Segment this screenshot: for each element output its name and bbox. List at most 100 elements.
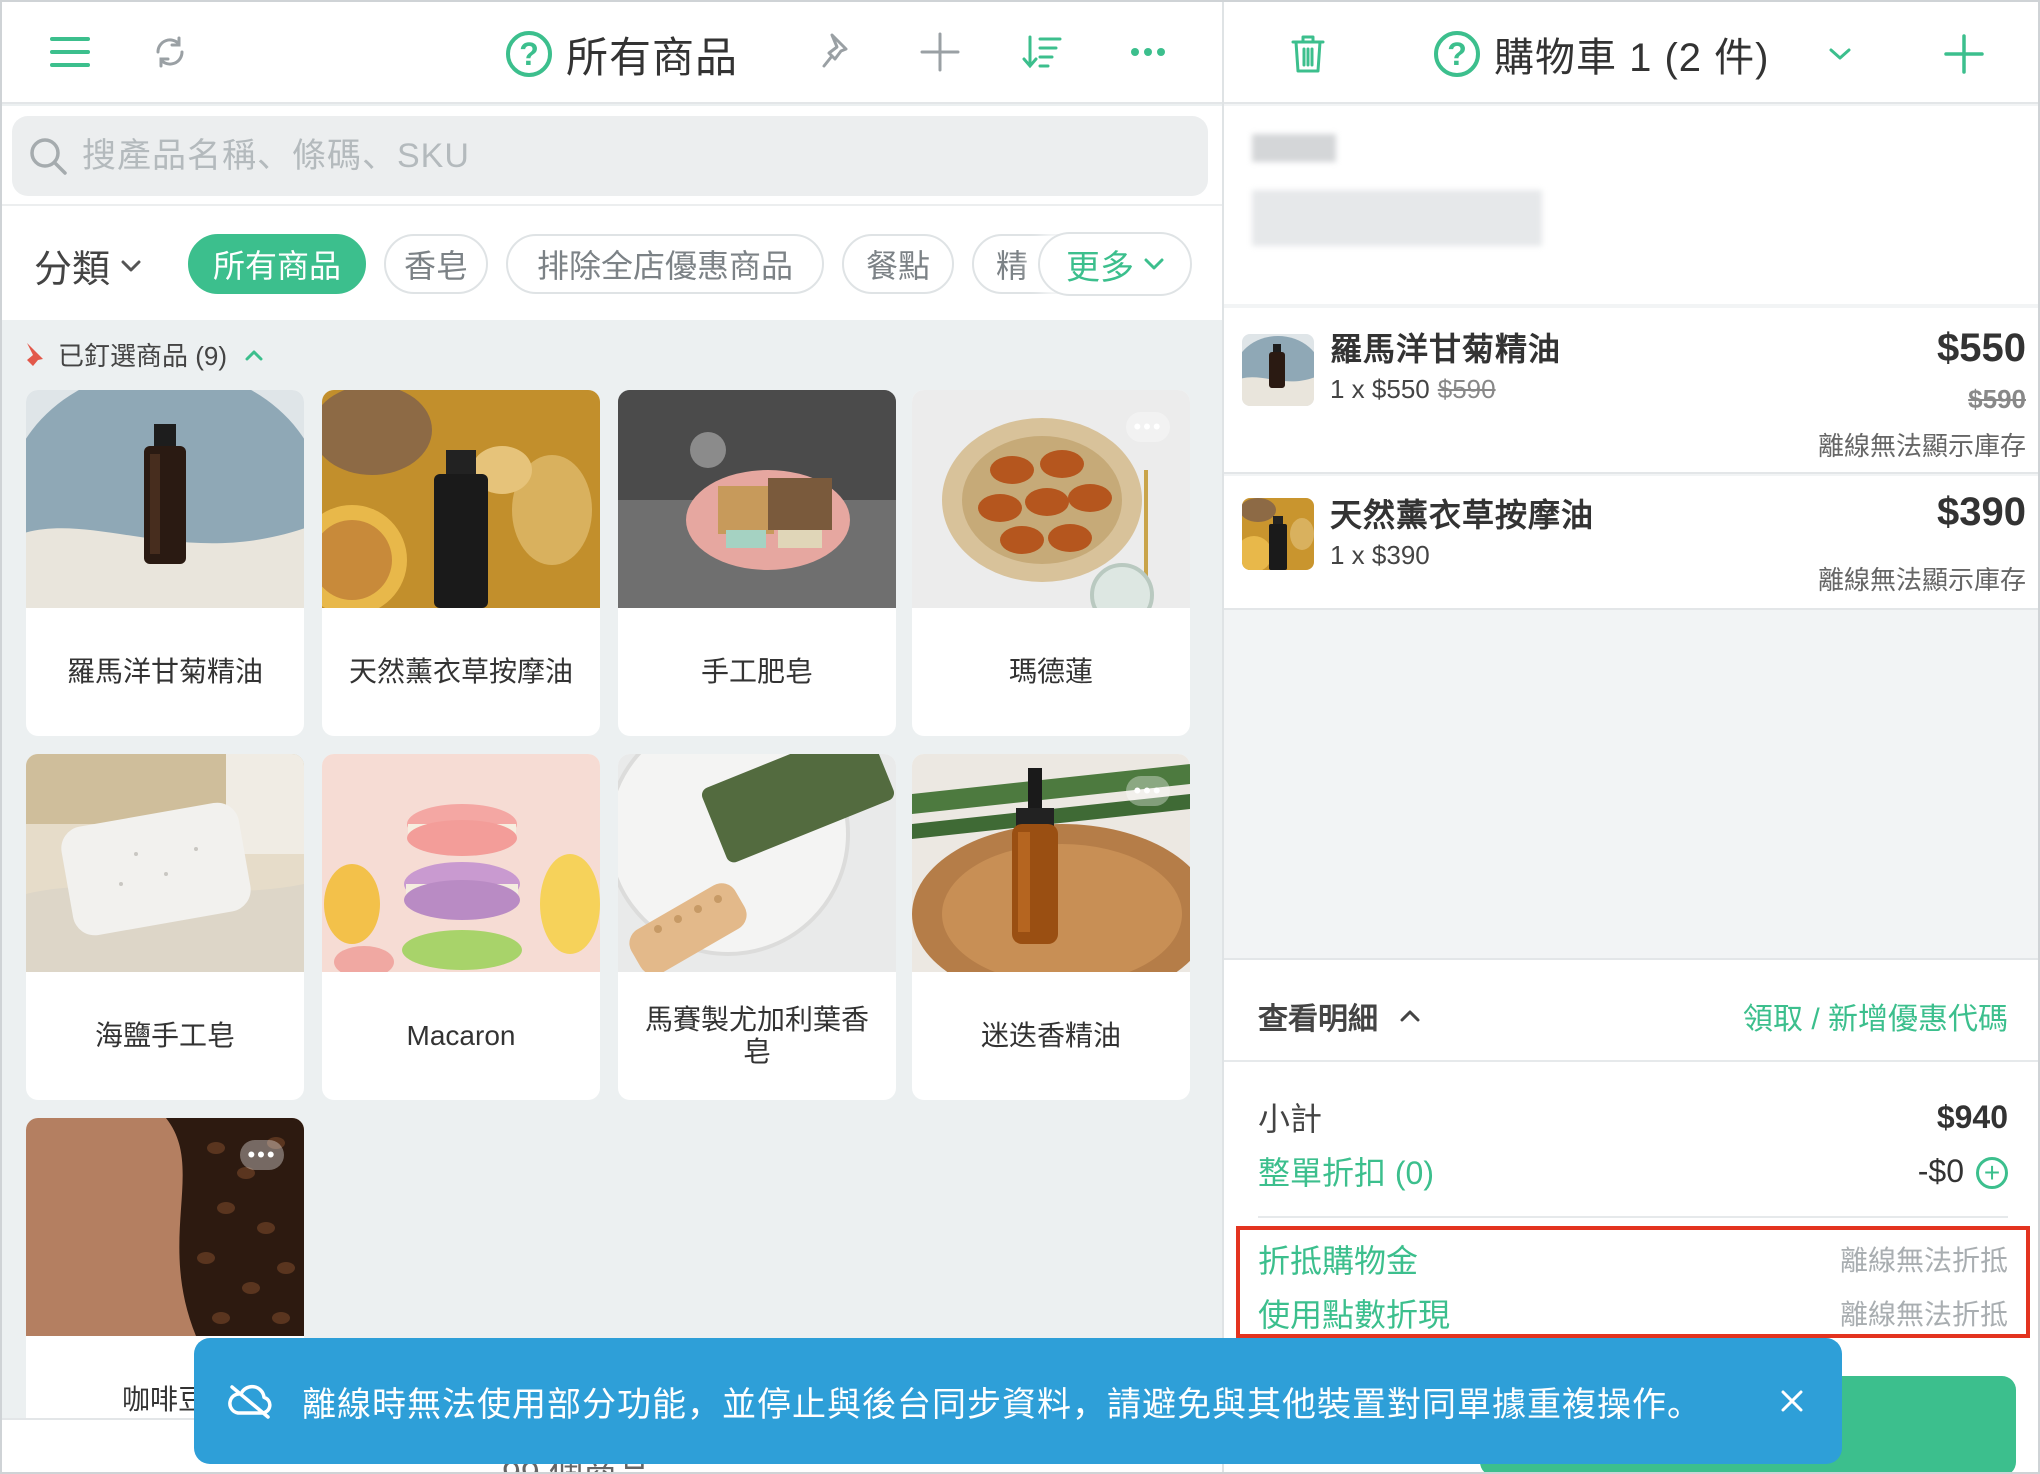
plus-icon[interactable] — [910, 22, 970, 82]
search-box[interactable] — [12, 116, 1208, 196]
cart-item-qty-line: 1 x $550 — [1330, 374, 1430, 404]
customer-info[interactable] — [1224, 106, 2038, 304]
pinned-label: 已釘選商品 (9) — [58, 341, 228, 371]
product-name: 手工肥皂 — [700, 656, 813, 687]
order-discount-value-wrap: -$0 + — [1918, 1153, 2008, 1190]
order-discount-row[interactable]: 整單折扣 (0) -$0 + — [1258, 1148, 2008, 1194]
offline-toast: 離線時無法使用部分功能，並停止與後台同步資料，請避免與其他裝置對同單據重複操作。 — [194, 1338, 1842, 1464]
points-status: 離線無法折抵 — [1839, 1299, 2008, 1330]
more-label: 更多 — [1066, 248, 1134, 287]
product-title[interactable]: ? 所有商品 — [506, 24, 738, 84]
product-image — [322, 754, 600, 972]
cart-item-qty: 1 x $550 $590 — [1330, 374, 1496, 405]
cart-title-text: 購物車 1 (2 件) — [1494, 36, 1770, 80]
chevron-down-icon — [121, 260, 141, 271]
more-icon[interactable] — [1118, 22, 1178, 82]
product-image — [26, 754, 304, 972]
cart-item-price: $390 — [1937, 490, 2026, 534]
pos-app: ? 所有商品 分類 — [0, 0, 2040, 1474]
blurred-customer-detail — [1252, 190, 1542, 246]
category-dropdown[interactable]: 分類 — [34, 238, 142, 293]
divider — [1258, 1216, 2008, 1218]
product-card[interactable]: 天然薰衣草按摩油 — [322, 390, 600, 736]
subtotal-label: 小計 — [1258, 1101, 1323, 1137]
help-icon[interactable]: ? — [506, 31, 552, 77]
chevron-down-icon[interactable] — [1810, 24, 1870, 84]
cart-toolbar: ? 購物車 1 (2 件) — [1224, 2, 2038, 104]
order-discount-label[interactable]: 整單折扣 (0) — [1258, 1148, 1434, 1194]
cart-item-qty: 1 x $390 — [1330, 540, 1430, 571]
more-options-icon[interactable]: ••• — [1126, 412, 1170, 442]
product-panel: ? 所有商品 分類 — [2, 2, 1224, 1472]
search-input[interactable] — [82, 136, 1182, 176]
cart-item-stock-status: 離線無法顯示庫存 — [1817, 431, 2026, 461]
product-card[interactable]: Macaron — [322, 754, 600, 1100]
product-name: 天然薰衣草按摩油 — [348, 656, 573, 687]
product-card[interactable]: ••• 迷迭香精油 — [912, 754, 1190, 1100]
chevron-up-icon — [1400, 1010, 1420, 1022]
points-row[interactable]: 使用點數折現 離線無法折抵 — [1258, 1290, 2008, 1336]
add-discount-icon[interactable]: + — [1976, 1157, 2008, 1190]
search-area — [2, 106, 1222, 204]
product-image — [618, 390, 896, 608]
store-credit-row[interactable]: 折抵購物金 離線無法折抵 — [1258, 1236, 2008, 1282]
product-card[interactable]: ••• 瑪德蓮 — [912, 390, 1190, 736]
store-credit-status: 離線無法折抵 — [1839, 1245, 2008, 1276]
pinned-products-header[interactable]: 已釘選商品 (9) — [18, 336, 263, 373]
product-name: 瑪德蓮 — [1008, 656, 1093, 687]
cart-panel: ? 購物車 1 (2 件) 羅馬洋甘菊精油 1 x $550$590 $550 — [1224, 2, 2038, 1472]
cart-item-original-price: $590 — [1968, 384, 2026, 414]
coupon-link[interactable]: 領取 / 新增優惠代碼 — [1743, 994, 2008, 1038]
cart-item-name: 羅馬洋甘菊精油 — [1330, 331, 1562, 367]
view-details-toggle[interactable]: 查看明細 — [1258, 994, 1420, 1038]
trash-icon[interactable] — [1278, 24, 1338, 84]
more-options-icon[interactable]: ••• — [1126, 776, 1170, 806]
help-icon[interactable]: ? — [1434, 31, 1480, 77]
order-discount-value: -$0 — [1917, 1152, 1964, 1189]
blurred-customer-name — [1252, 134, 1336, 162]
chip-soap[interactable]: 香皂 — [384, 234, 488, 294]
more-categories-button[interactable]: 更多 — [1038, 232, 1192, 296]
cart-item-qty-line: 1 x $390 — [1330, 540, 1430, 570]
product-name: Macaron — [406, 1020, 516, 1051]
divider — [1224, 1060, 2038, 1062]
cart-title[interactable]: ? 購物車 1 (2 件) — [1434, 24, 1769, 84]
toast-message: 離線時無法使用部分功能，並停止與後台同步資料，請避免與其他裝置對同單據重複操作。 — [302, 1385, 1702, 1424]
pin-icon[interactable] — [808, 22, 868, 82]
cart-item[interactable]: 羅馬洋甘菊精油 1 x $550 $590 $550 $590 離線無法顯示庫存 — [1224, 308, 2038, 474]
close-icon[interactable] — [1766, 1375, 1818, 1427]
store-credit-label[interactable]: 折抵購物金 — [1258, 1236, 1418, 1282]
cart-item[interactable]: 天然薰衣草按摩油 1 x $390 $390 離線無法顯示庫存 — [1224, 476, 2038, 610]
product-card[interactable]: 馬賽製尤加利葉香皂 — [618, 754, 896, 1100]
view-details-label: 查看明細 — [1258, 1003, 1378, 1036]
cloud-offline-icon — [228, 1384, 272, 1419]
sort-icon[interactable] — [1012, 22, 1072, 82]
category-filter-row: 分類 所有商品 香皂 排除全店優惠商品 餐點 精 更多 — [2, 204, 1222, 320]
product-name: 馬賽製尤加利葉香皂 — [644, 1004, 869, 1067]
product-card[interactable]: 海鹽手工皂 — [26, 754, 304, 1100]
subtotal-row: 小計 $940 — [1258, 1094, 2008, 1140]
chip-all-products[interactable]: 所有商品 — [188, 234, 366, 294]
sync-icon[interactable] — [140, 22, 200, 82]
product-name: 迷迭香精油 — [980, 1020, 1121, 1051]
product-card[interactable]: 羅馬洋甘菊精油 — [26, 390, 304, 736]
subtotal-value: $940 — [1936, 1098, 2008, 1135]
product-title-text: 所有商品 — [566, 33, 739, 81]
category-label: 分類 — [34, 249, 111, 291]
chip-exclude-store-discount[interactable]: 排除全店優惠商品 — [506, 234, 824, 294]
cart-item-price: $550 — [1937, 326, 2026, 370]
product-toolbar: ? 所有商品 — [2, 2, 1222, 104]
plus-icon[interactable] — [1934, 24, 1994, 84]
cart-item-stock-status: 離線無法顯示庫存 — [1817, 565, 2026, 595]
search-icon — [30, 138, 67, 175]
more-options-icon[interactable]: ••• — [240, 1140, 284, 1170]
points-label[interactable]: 使用點數折現 — [1258, 1290, 1450, 1336]
product-name: 海鹽手工皂 — [94, 1020, 235, 1051]
product-image — [26, 390, 304, 608]
product-card[interactable]: 手工肥皂 — [618, 390, 896, 736]
chevron-up-icon — [245, 350, 263, 360]
product-image — [618, 754, 896, 972]
chevron-down-icon — [1144, 258, 1164, 270]
menu-icon[interactable] — [40, 22, 100, 82]
chip-meals[interactable]: 餐點 — [842, 234, 954, 294]
